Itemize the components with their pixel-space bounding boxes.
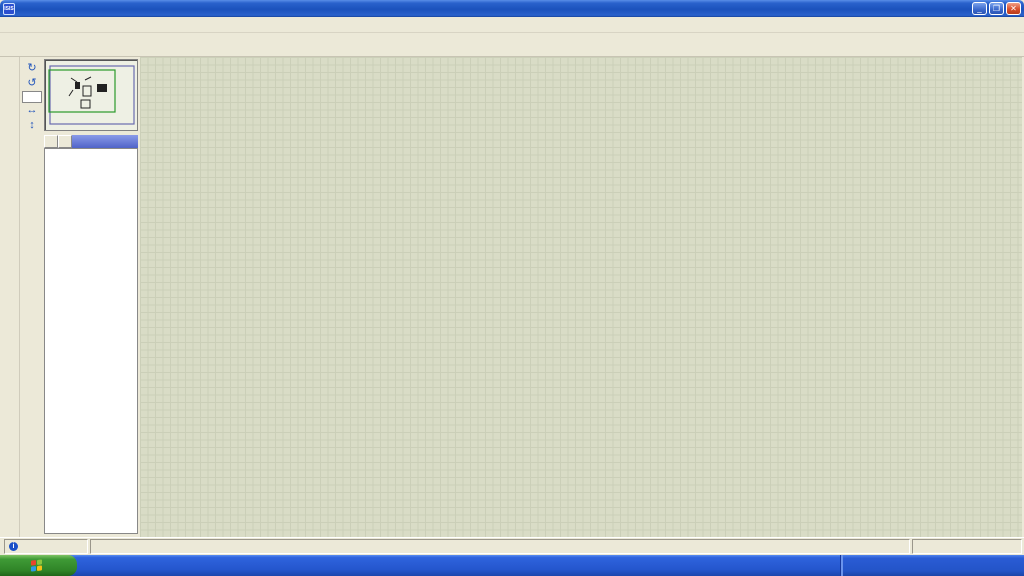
minimize-button[interactable]: _ — [972, 2, 987, 15]
taskbar — [0, 555, 1024, 576]
message-panel: i — [4, 539, 88, 554]
menu-bar — [0, 17, 1024, 33]
system-tray — [840, 555, 1024, 576]
library-button[interactable] — [58, 135, 72, 148]
orientation-controls: ↻ ↺ ↔ ↕ — [21, 60, 43, 134]
device-list[interactable] — [44, 148, 138, 534]
object-selector-header — [44, 135, 138, 148]
schematic-canvas[interactable] — [140, 57, 1022, 537]
close-button[interactable]: ✕ — [1006, 2, 1021, 15]
isis-icon: ISIS — [3, 3, 15, 15]
rotate-clockwise-icon[interactable]: ↻ — [24, 61, 40, 75]
title-bar: ISIS _ ❐ ✕ — [0, 0, 1024, 17]
top-toolbar — [0, 33, 1024, 57]
coordinate-panel — [912, 539, 1022, 554]
schematic — [140, 57, 1022, 537]
rotation-angle-field[interactable] — [22, 91, 42, 103]
devices-header — [72, 135, 138, 148]
mirror-vertical-icon[interactable]: ↕ — [24, 119, 40, 133]
info-icon: i — [9, 542, 18, 551]
windows-flag-icon — [31, 559, 42, 571]
pick-devices-button[interactable] — [44, 135, 58, 148]
overview-window[interactable] — [44, 59, 138, 131]
overview-thumbnail — [45, 60, 137, 130]
rotate-anticlockwise-icon[interactable]: ↺ — [24, 76, 40, 90]
start-button[interactable] — [0, 555, 77, 576]
mode-toolbar — [0, 57, 20, 537]
mirror-horizontal-icon[interactable]: ↔ — [24, 104, 40, 118]
sheet-panel — [90, 539, 910, 554]
left-panel: ↻ ↺ ↔ ↕ — [20, 57, 140, 537]
restore-button[interactable]: ❐ — [989, 2, 1004, 15]
screen: ISIS _ ❐ ✕ ↻ ↺ ↔ ↕ — [0, 0, 1024, 576]
status-bar: i — [0, 537, 1024, 555]
